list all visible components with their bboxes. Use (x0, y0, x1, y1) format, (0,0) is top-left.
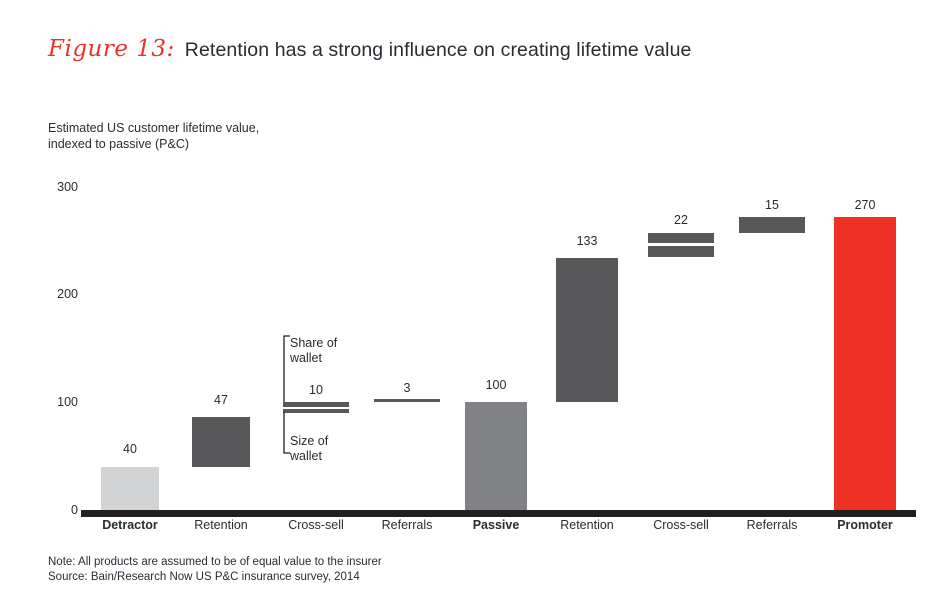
y-axis-tick-100: 100 (57, 395, 78, 409)
annotation-share-of-wallet: Share of wallet (290, 336, 338, 365)
bar-promoter[interactable] (834, 217, 896, 510)
x-axis-baseline (81, 510, 916, 517)
bar-referrals-2[interactable] (739, 217, 805, 233)
y-axis-tick-300: 300 (57, 180, 78, 194)
bar-value-promoter: 270 (854, 198, 876, 212)
x-axis-label-referrals-1: Referrals (381, 518, 433, 532)
x-axis-label-cross-sell-2: Cross-sell (653, 518, 709, 532)
bar-retention-2[interactable] (556, 258, 618, 402)
waterfall-chart: 300 200 100 0 40 47 10 Share of wallet S… (0, 0, 950, 616)
bar-value-detractor: 40 (123, 442, 137, 456)
x-axis-label-retention-1: Retention (194, 518, 248, 532)
bar-value-retention-2: 133 (576, 234, 598, 248)
annotation-size-of-wallet: Size of wallet (290, 434, 329, 463)
bar-value-passive: 100 (485, 378, 507, 392)
footnote-note: Note: All products are assumed to be of … (48, 556, 382, 568)
x-axis-label-detractor: Detractor (102, 518, 158, 532)
x-axis-label-referrals-2: Referrals (746, 518, 798, 532)
y-axis-tick-200: 200 (57, 287, 78, 301)
bar-value-referrals-1: 3 (403, 381, 411, 395)
x-axis-label-cross-sell-1: Cross-sell (288, 518, 344, 532)
bar-value-retention-1: 47 (214, 393, 228, 407)
x-axis-label-promoter: Promoter (837, 518, 893, 532)
x-axis-label-passive: Passive (472, 518, 520, 532)
bar-cross-sell-2-lower[interactable] (648, 246, 714, 257)
chart-footnotes: Note: All products are assumed to be of … (48, 555, 382, 585)
bar-retention-1[interactable] (192, 417, 250, 467)
footnote-source: Source: Bain/Research Now US P&C insuran… (48, 571, 360, 583)
bar-value-cross-sell-1: 10 (309, 383, 323, 397)
bar-detractor[interactable] (101, 467, 159, 510)
bar-value-referrals-2: 15 (765, 198, 779, 212)
bar-value-cross-sell-2: 22 (674, 213, 688, 227)
x-axis-label-retention-2: Retention (560, 518, 614, 532)
y-axis-tick-0: 0 (71, 503, 78, 517)
bar-referrals-1[interactable] (374, 399, 440, 402)
bar-cross-sell-2-upper[interactable] (648, 233, 714, 243)
bar-passive[interactable] (465, 402, 527, 510)
